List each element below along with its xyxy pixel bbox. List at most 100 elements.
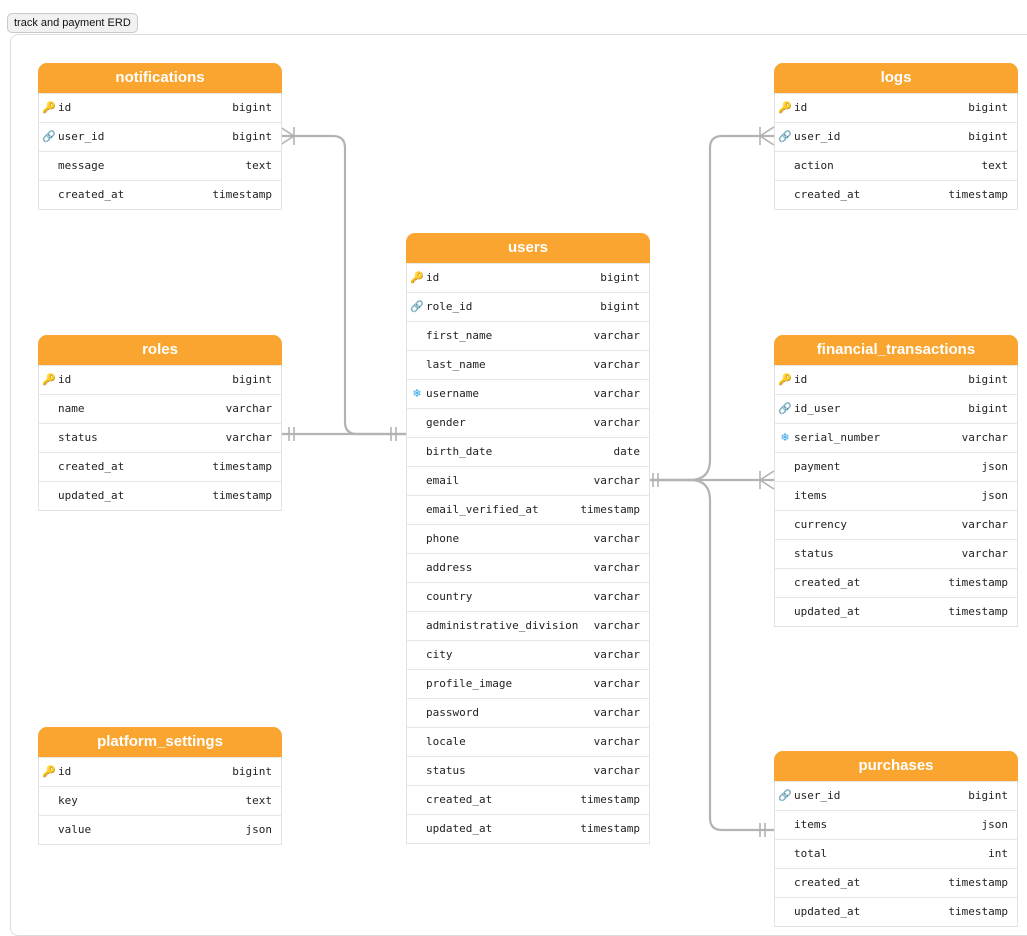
- column-row[interactable]: 🔗 user_id bigint: [775, 781, 1017, 810]
- table-header[interactable]: notifications: [38, 63, 282, 93]
- column-name: items: [794, 818, 828, 831]
- column-row[interactable]: 🔑 id bigint: [407, 263, 649, 292]
- column-row[interactable]: first_name varchar: [407, 321, 649, 350]
- link-icon: 🔗: [778, 130, 792, 143]
- table-header[interactable]: users: [406, 233, 650, 263]
- column-type: bigint: [968, 402, 1008, 415]
- column-row[interactable]: gender varchar: [407, 408, 649, 437]
- table-header[interactable]: platform_settings: [38, 727, 282, 757]
- column-row[interactable]: updated_at timestamp: [775, 597, 1017, 626]
- column-name: email_verified_at: [426, 503, 539, 516]
- column-type: text: [981, 159, 1009, 172]
- column-name: created_at: [426, 793, 493, 806]
- key-icon: 🔑: [778, 101, 792, 114]
- column-name: country: [426, 590, 473, 603]
- column-row[interactable]: created_at timestamp: [775, 180, 1017, 209]
- column-row[interactable]: 🔑 id bigint: [39, 365, 281, 394]
- column-name: phone: [426, 532, 460, 545]
- column-row[interactable]: phone varchar: [407, 524, 649, 553]
- column-row[interactable]: profile_image varchar: [407, 669, 649, 698]
- table-notifications[interactable]: notifications 🔑 id bigint 🔗 user_id bigint mess…: [38, 63, 282, 210]
- column-row[interactable]: updated_at timestamp: [775, 897, 1017, 926]
- table-roles[interactable]: roles 🔑 id bigint name varchar status varchar cr…: [38, 335, 282, 511]
- column-row[interactable]: message text: [39, 151, 281, 180]
- column-type: timestamp: [580, 822, 640, 835]
- column-row[interactable]: 🔗 role_id bigint: [407, 292, 649, 321]
- column-row[interactable]: birth_date date: [407, 437, 649, 466]
- column-row[interactable]: currency varchar: [775, 510, 1017, 539]
- link-icon: 🔗: [42, 130, 56, 143]
- column-row[interactable]: country varchar: [407, 582, 649, 611]
- link-icon: 🔗: [778, 402, 792, 415]
- column-row[interactable]: value json: [39, 815, 281, 844]
- column-row[interactable]: 🔑 id bigint: [39, 93, 281, 122]
- column-row[interactable]: created_at timestamp: [39, 452, 281, 481]
- column-row[interactable]: 🔗 id_user bigint: [775, 394, 1017, 423]
- column-row[interactable]: total int: [775, 839, 1017, 868]
- column-row[interactable]: ❄ serial_number varchar: [775, 423, 1017, 452]
- table-header[interactable]: roles: [38, 335, 282, 365]
- column-row[interactable]: ❄ username varchar: [407, 379, 649, 408]
- table-platform-settings[interactable]: platform_settings 🔑 id bigint key text value js…: [38, 727, 282, 845]
- column-name: action: [794, 159, 834, 172]
- table-purchases[interactable]: purchases 🔗 user_id bigint items json total int…: [774, 751, 1018, 927]
- column-name: id: [794, 101, 808, 114]
- column-row[interactable]: updated_at timestamp: [39, 481, 281, 510]
- column-row[interactable]: last_name varchar: [407, 350, 649, 379]
- column-row[interactable]: 🔑 id bigint: [39, 757, 281, 786]
- column-name: payment: [794, 460, 841, 473]
- column-row[interactable]: locale varchar: [407, 727, 649, 756]
- table-header[interactable]: financial_transactions: [774, 335, 1018, 365]
- column-name: status: [426, 764, 466, 777]
- column-row[interactable]: status varchar: [775, 539, 1017, 568]
- column-type: varchar: [593, 532, 640, 545]
- column-row[interactable]: created_at timestamp: [775, 868, 1017, 897]
- column-row[interactable]: created_at timestamp: [407, 785, 649, 814]
- column-row[interactable]: 🔗 user_id bigint: [39, 122, 281, 151]
- column-row[interactable]: name varchar: [39, 394, 281, 423]
- column-row[interactable]: email_verified_at timestamp: [407, 495, 649, 524]
- column-name: first_name: [426, 329, 493, 342]
- column-name: id_user: [794, 402, 841, 415]
- column-row[interactable]: administrative_division varchar: [407, 611, 649, 640]
- table-header[interactable]: logs: [774, 63, 1018, 93]
- column-row[interactable]: 🔗 user_id bigint: [775, 122, 1017, 151]
- column-name: user_id: [58, 130, 105, 143]
- column-type: timestamp: [948, 605, 1008, 618]
- column-row[interactable]: city varchar: [407, 640, 649, 669]
- column-type: date: [613, 445, 641, 458]
- table-users[interactable]: users 🔑 id bigint 🔗 role_id bigint first_name va…: [406, 233, 650, 844]
- column-name: id: [58, 765, 72, 778]
- table-financial-transactions[interactable]: financial_transactions 🔑 id bigint 🔗 id_user b…: [774, 335, 1018, 627]
- column-row[interactable]: payment json: [775, 452, 1017, 481]
- column-row[interactable]: email varchar: [407, 466, 649, 495]
- column-row[interactable]: status varchar: [39, 423, 281, 452]
- column-type: timestamp: [212, 188, 272, 201]
- column-row[interactable]: address varchar: [407, 553, 649, 582]
- column-row[interactable]: password varchar: [407, 698, 649, 727]
- column-row[interactable]: created_at timestamp: [39, 180, 281, 209]
- table-header[interactable]: purchases: [774, 751, 1018, 781]
- column-name: updated_at: [58, 489, 125, 502]
- column-name: message: [58, 159, 105, 172]
- column-type: varchar: [593, 329, 640, 342]
- column-row[interactable]: items json: [775, 810, 1017, 839]
- column-row[interactable]: created_at timestamp: [775, 568, 1017, 597]
- column-name: email: [426, 474, 460, 487]
- column-row[interactable]: action text: [775, 151, 1017, 180]
- column-type: timestamp: [948, 576, 1008, 589]
- table-logs[interactable]: logs 🔑 id bigint 🔗 user_id bigint action text cre…: [774, 63, 1018, 210]
- column-type: varchar: [225, 402, 272, 415]
- column-type: varchar: [593, 590, 640, 603]
- column-type: bigint: [232, 130, 272, 143]
- link-icon: 🔗: [778, 789, 792, 802]
- column-type: text: [245, 159, 273, 172]
- column-row[interactable]: items json: [775, 481, 1017, 510]
- column-type: varchar: [593, 706, 640, 719]
- column-row[interactable]: key text: [39, 786, 281, 815]
- column-row[interactable]: 🔑 id bigint: [775, 93, 1017, 122]
- column-row[interactable]: status varchar: [407, 756, 649, 785]
- column-row[interactable]: 🔑 id bigint: [775, 365, 1017, 394]
- column-type: timestamp: [948, 188, 1008, 201]
- column-row[interactable]: updated_at timestamp: [407, 814, 649, 843]
